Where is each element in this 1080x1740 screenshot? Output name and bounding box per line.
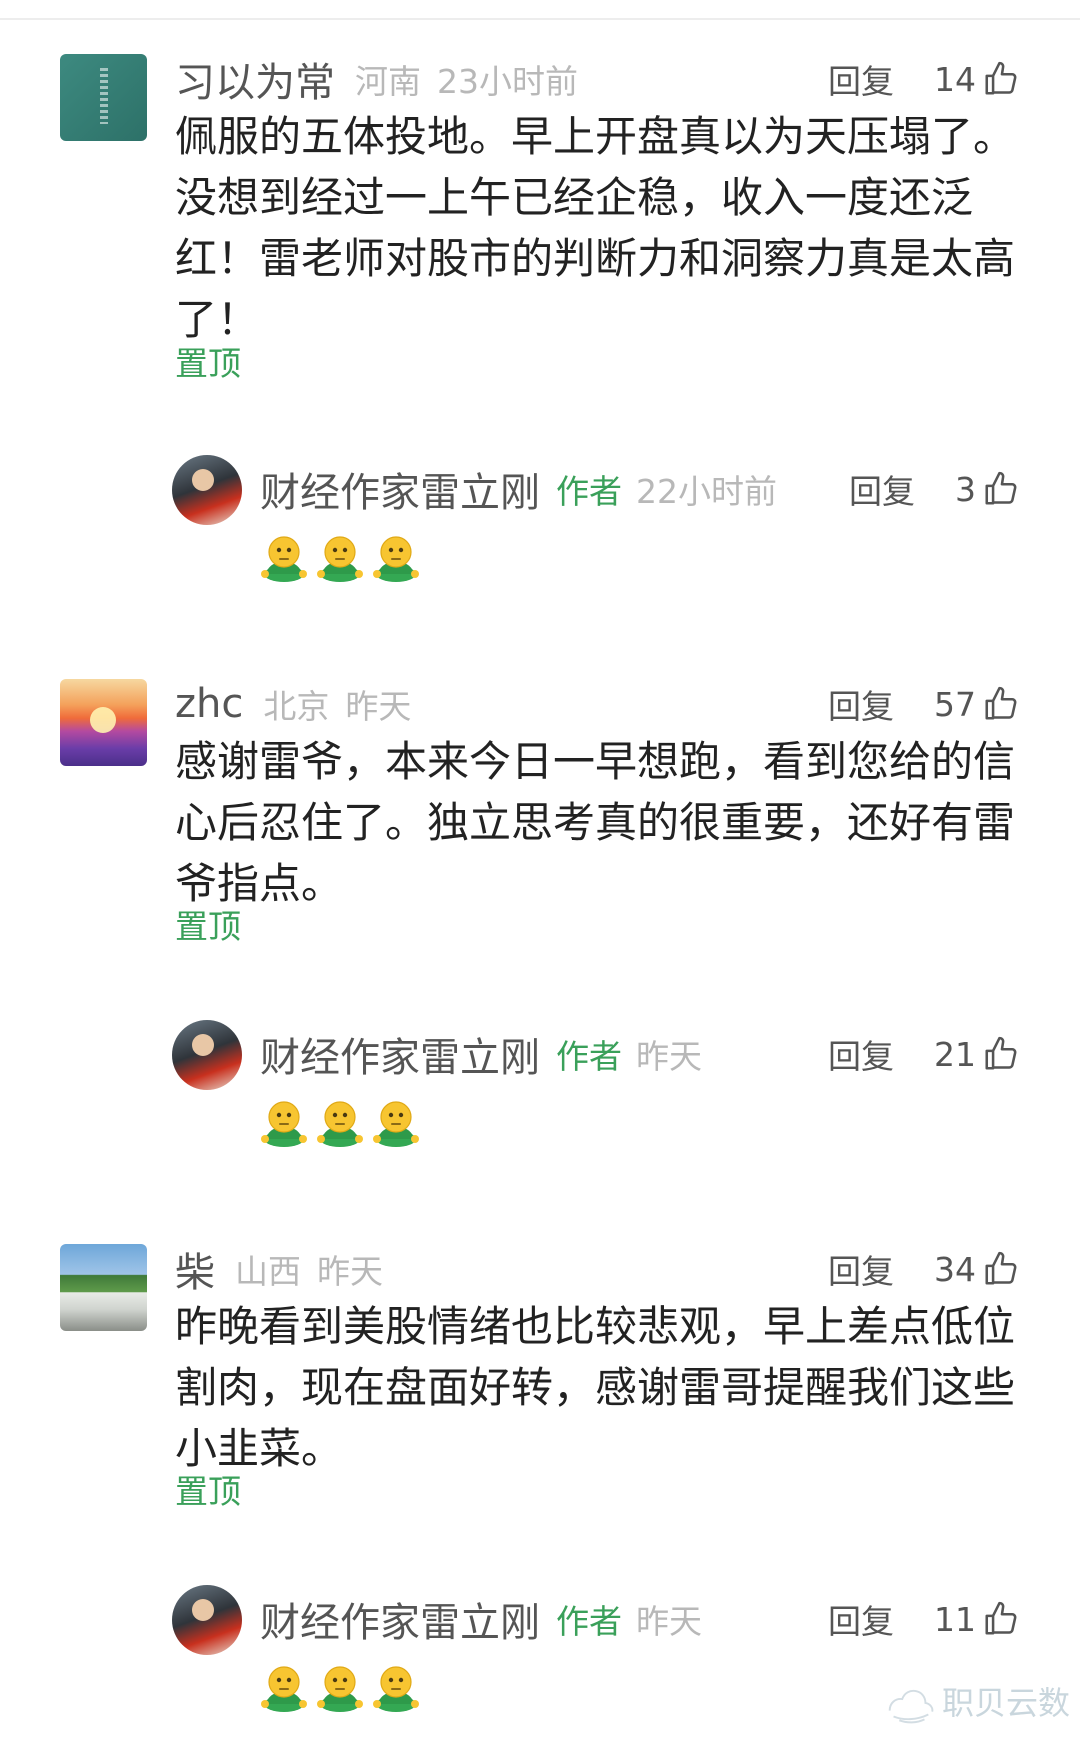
reply-header: 财经作家雷立刚 作者 昨天 回复 11 bbox=[260, 1591, 1020, 1647]
thumbs-up-icon[interactable] bbox=[982, 685, 1020, 723]
like-count: 11 bbox=[934, 1599, 976, 1639]
username[interactable]: zhc bbox=[175, 681, 243, 727]
shrug-emoji-icon bbox=[372, 1660, 420, 1712]
comment-text: 昨晚看到美股情绪也比较悲观，早上差点低位割肉，现在盘面好转，感谢雷哥提醒我们这些… bbox=[175, 1302, 1016, 1473]
shrug-emoji-icon bbox=[260, 1095, 308, 1147]
like-count: 3 bbox=[955, 469, 976, 509]
username[interactable]: 习以为常 bbox=[175, 50, 335, 108]
reply-header: 财经作家雷立刚 作者 22小时前 回复 3 bbox=[260, 461, 1020, 517]
reply-button[interactable]: 回复 bbox=[828, 680, 894, 728]
location: 河南 bbox=[355, 62, 421, 101]
top-divider bbox=[0, 18, 1080, 20]
avatar[interactable] bbox=[60, 1244, 147, 1331]
like-count: 57 bbox=[934, 684, 976, 724]
reply-button[interactable]: 回复 bbox=[828, 1595, 894, 1643]
pin-button[interactable]: 置顶 bbox=[175, 337, 241, 385]
timestamp: 昨天 bbox=[317, 1252, 383, 1291]
timestamp: 23小时前 bbox=[437, 62, 578, 101]
like-count: 34 bbox=[934, 1249, 976, 1289]
pin-button[interactable]: 置顶 bbox=[175, 900, 241, 948]
comment-text: 佩服的五体投地。早上开盘真以为天压塌了。没想到经过一上午已经企稳，收入一度还泛红… bbox=[175, 112, 1016, 344]
location: 山西 bbox=[235, 1252, 301, 1291]
author-username[interactable]: 财经作家雷立刚 bbox=[260, 1025, 540, 1083]
author-username[interactable]: 财经作家雷立刚 bbox=[260, 460, 540, 518]
comment-header: 习以为常 河南 23小时前 回复 14 bbox=[175, 52, 1020, 106]
author-badge: 作者 bbox=[556, 1602, 622, 1641]
timestamp: 昨天 bbox=[636, 1602, 702, 1641]
thumbs-up-icon[interactable] bbox=[982, 60, 1020, 98]
like-count: 14 bbox=[934, 59, 976, 99]
author-avatar[interactable] bbox=[172, 1585, 242, 1655]
username[interactable]: 柴 bbox=[175, 1240, 215, 1298]
pin-button[interactable]: 置顶 bbox=[175, 1465, 241, 1513]
timestamp: 22小时前 bbox=[636, 472, 777, 511]
thumbs-up-icon[interactable] bbox=[982, 1035, 1020, 1073]
emoji-row bbox=[260, 530, 420, 582]
thumbs-up-icon[interactable] bbox=[982, 1600, 1020, 1638]
watermark: 职贝云数 bbox=[880, 1672, 1070, 1730]
thumbs-up-icon[interactable] bbox=[982, 470, 1020, 508]
avatar[interactable] bbox=[60, 679, 147, 766]
like-count: 21 bbox=[934, 1034, 976, 1074]
comment-text: 感谢雷爷，本来今日一早想跑，看到您给的信心后忍住了。独立思考真的很重要，还好有雷… bbox=[175, 737, 1016, 908]
shrug-emoji-icon bbox=[372, 1095, 420, 1147]
reply-header: 财经作家雷立刚 作者 昨天 回复 21 bbox=[260, 1026, 1020, 1082]
shrug-emoji-icon bbox=[260, 530, 308, 582]
emoji-row bbox=[260, 1660, 420, 1712]
shrug-emoji-icon bbox=[260, 1660, 308, 1712]
comment-page: 习以为常 河南 23小时前 回复 14 佩服的五体投地。早上开盘真以为天压塌了。… bbox=[0, 0, 1080, 1740]
shrug-emoji-icon bbox=[316, 1095, 364, 1147]
reply-button[interactable]: 回复 bbox=[828, 55, 894, 103]
thumbs-up-icon[interactable] bbox=[982, 1250, 1020, 1288]
timestamp: 昨天 bbox=[345, 687, 412, 726]
cloud-logo-icon bbox=[888, 1689, 934, 1724]
timestamp: 昨天 bbox=[636, 1037, 702, 1076]
author-badge: 作者 bbox=[556, 1037, 622, 1076]
shrug-emoji-icon bbox=[372, 530, 420, 582]
author-badge: 作者 bbox=[556, 472, 622, 511]
location: 北京 bbox=[263, 687, 330, 726]
emoji-row bbox=[260, 1095, 420, 1147]
watermark-text: 职贝云数 bbox=[941, 1684, 1070, 1722]
reply-button[interactable]: 回复 bbox=[828, 1030, 894, 1078]
shrug-emoji-icon bbox=[316, 1660, 364, 1712]
author-username[interactable]: 财经作家雷立刚 bbox=[260, 1590, 540, 1648]
author-avatar[interactable] bbox=[172, 1020, 242, 1090]
author-avatar[interactable] bbox=[172, 455, 242, 525]
shrug-emoji-icon bbox=[316, 530, 364, 582]
reply-button[interactable]: 回复 bbox=[828, 1245, 894, 1293]
comment-header: 柴 山西 昨天 回复 34 bbox=[175, 1242, 1020, 1296]
reply-button[interactable]: 回复 bbox=[849, 465, 915, 513]
avatar[interactable] bbox=[60, 54, 147, 141]
comment-header: zhc 北京 昨天 回复 57 bbox=[175, 677, 1020, 731]
